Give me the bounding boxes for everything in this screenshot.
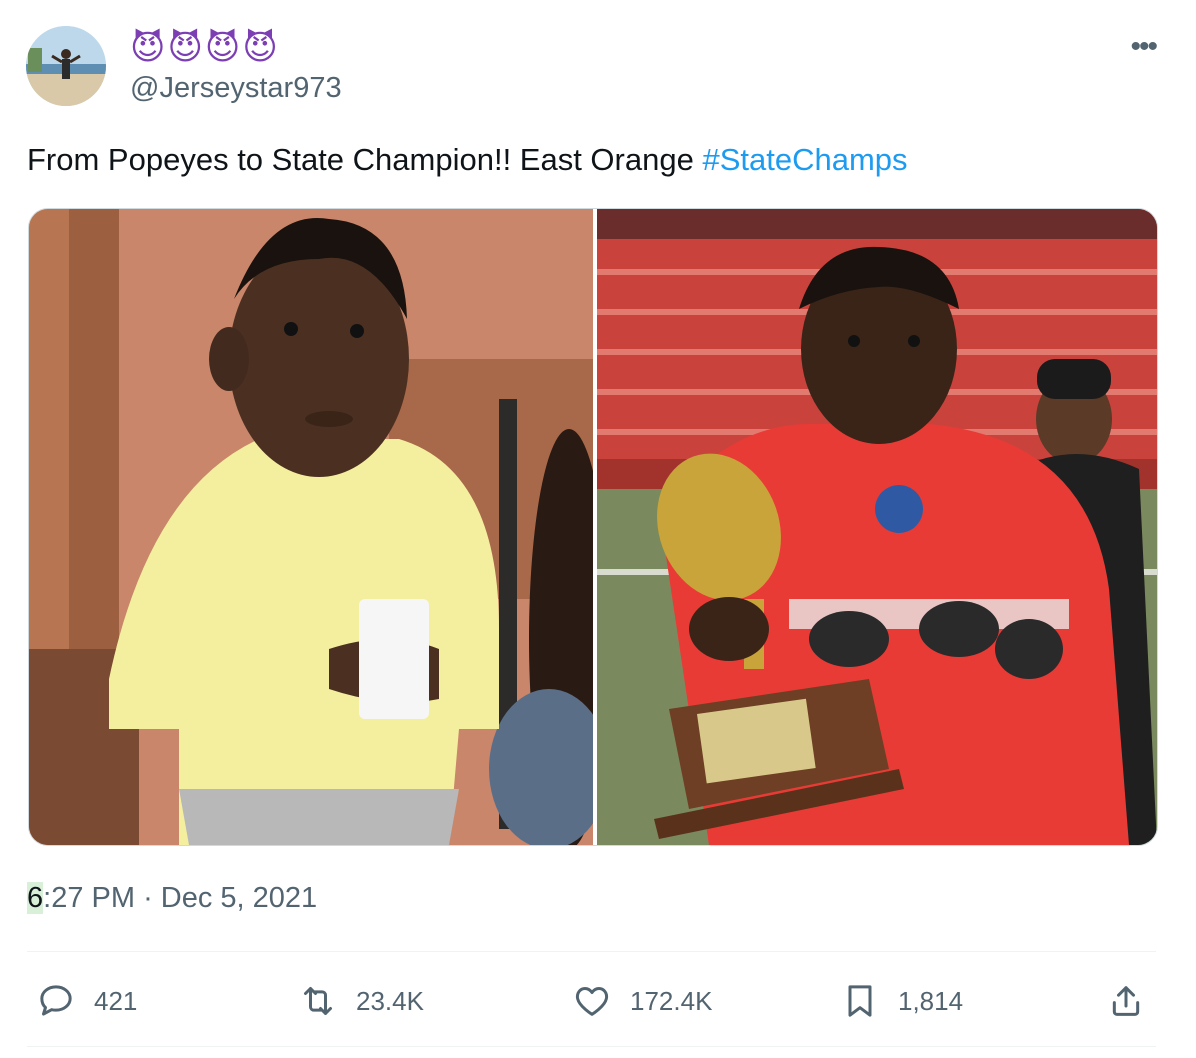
retweet-count: 23.4K [356,985,424,1016]
share-button[interactable] [1106,976,1164,1026]
reply-count: 421 [94,985,138,1016]
like-count: 172.4K [630,985,713,1016]
reply-icon [40,985,72,1016]
divider [27,1046,1156,1047]
divider [27,951,1156,952]
retweet-icon [304,987,332,1015]
timestamp-text: :27 PM · Dec 5, 2021 [43,882,318,914]
hashtag-link[interactable]: #StateChamps [702,142,907,177]
tweet-text: From Popeyes to State Champion!! East Or… [27,140,908,180]
timestamp-highlight: 6 [27,882,44,914]
avatar[interactable] [26,26,106,106]
bookmark-button[interactable]: 1,814 [840,976,963,1026]
photo-left[interactable] [29,209,609,845]
bookmark-count: 1,814 [898,985,964,1016]
tweet-text-body: From Popeyes to State Champion!! East Or… [27,142,703,177]
avatar-image [26,26,106,106]
like-icon [575,987,609,1016]
like-button[interactable]: 172.4K [572,976,712,1026]
bookmark-icon [848,985,872,1017]
reply-button[interactable]: 421 [36,976,137,1026]
retweet-button[interactable]: 23.4K [298,976,424,1026]
user-handle[interactable]: @Jerseystar973 [130,72,342,105]
more-icon[interactable]: ••• [1130,30,1157,64]
tweet-media[interactable] [28,208,1158,846]
share-icon [1112,986,1140,1016]
photo-right[interactable] [597,209,1157,845]
display-name[interactable]: 😈😈😈😈 [130,30,280,66]
action-bar: 421 23.4K 172.4K 1,814 [0,976,1196,1026]
tweet-timestamp[interactable]: 6:27 PM · Dec 5, 2021 [27,882,317,915]
